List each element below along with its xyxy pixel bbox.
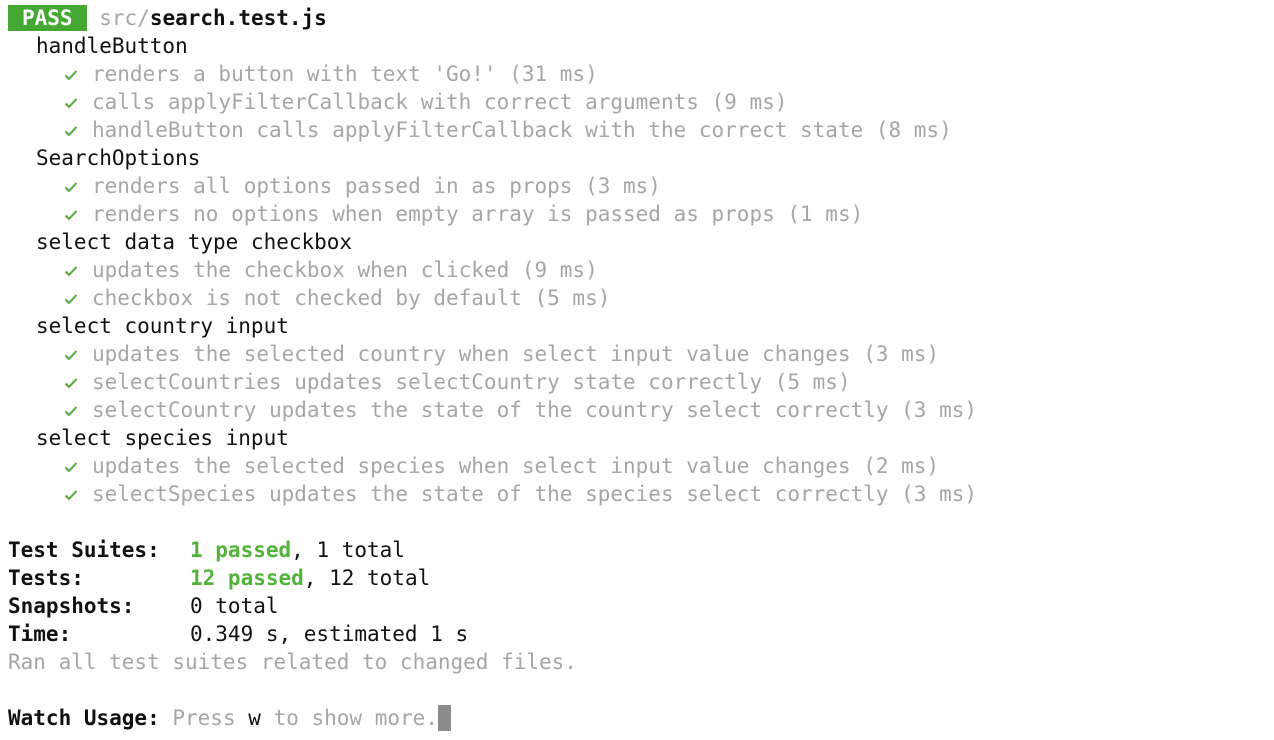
check-icon	[64, 60, 92, 88]
watch-usage-prompt[interactable]: Watch Usage: Press w to show more.	[0, 704, 1274, 732]
test-name: selectCountries updates selectCountry st…	[92, 370, 851, 394]
watch-press-text: Press	[172, 706, 236, 730]
check-icon	[64, 480, 92, 508]
suite-name: SearchOptions	[36, 146, 201, 170]
test-result: updates the selected country when select…	[0, 340, 1274, 368]
watch-rest-text: to show more.	[273, 706, 438, 730]
ran-note: Ran all test suites related to changed f…	[8, 650, 577, 674]
terminal-cursor[interactable]	[437, 705, 451, 731]
test-name: renders all options passed in as props (…	[92, 174, 661, 198]
snapshots-value: 0 total	[190, 594, 279, 618]
test-name: handleButton calls applyFilterCallback w…	[92, 118, 952, 142]
check-icon	[64, 396, 92, 424]
check-icon	[64, 172, 92, 200]
test-name: updates the selected country when select…	[92, 342, 940, 366]
check-icon	[64, 256, 92, 284]
file-name: search.test.js	[149, 6, 327, 30]
test-name: renders no options when empty array is p…	[92, 202, 864, 226]
test-result: updates the selected species when select…	[0, 452, 1274, 480]
test-result: renders no options when empty array is p…	[0, 200, 1274, 228]
suites-total: , 1 total	[291, 538, 405, 562]
test-result: selectCountries updates selectCountry st…	[0, 368, 1274, 396]
suites-passed: 1 passed	[190, 538, 292, 562]
watch-key: w	[248, 706, 261, 730]
time-value: 0.349 s, estimated 1 s	[190, 622, 469, 646]
check-icon	[64, 116, 92, 144]
test-name: updates the selected species when select…	[92, 454, 940, 478]
check-icon	[64, 200, 92, 228]
test-result: renders all options passed in as props (…	[0, 172, 1274, 200]
check-icon	[64, 340, 92, 368]
test-name: calls applyFilterCallback with correct a…	[92, 90, 788, 114]
suite-name: select species input	[36, 426, 289, 450]
check-icon	[64, 368, 92, 396]
summary-time: Time: 0.349 s, estimated 1 s	[0, 620, 1274, 648]
test-name: updates the checkbox when clicked (9 ms)	[92, 258, 598, 282]
test-result: updates the checkbox when clicked (9 ms)	[0, 256, 1274, 284]
summary-snapshots: Snapshots: 0 total	[0, 592, 1274, 620]
check-icon	[64, 452, 92, 480]
pass-badge: PASS	[8, 5, 87, 31]
summary-label: Tests:	[8, 566, 84, 590]
test-result: handleButton calls applyFilterCallback w…	[0, 116, 1274, 144]
suite-name: handleButton	[36, 34, 188, 58]
summary-label: Snapshots:	[8, 594, 135, 618]
terminal-window: PASS src/search.test.js handleButton ren…	[0, 0, 1274, 740]
test-file-header: PASS src/search.test.js	[0, 4, 1274, 32]
suite-name: select country input	[36, 314, 289, 338]
test-result: selectSpecies updates the state of the s…	[0, 480, 1274, 508]
test-name: selectCountry updates the state of the c…	[92, 398, 978, 422]
summary-label: Test Suites:	[8, 538, 160, 562]
test-result: calls applyFilterCallback with correct a…	[0, 88, 1274, 116]
test-name: renders a button with text 'Go!' (31 ms)	[92, 62, 598, 86]
summary-tests: Tests: 12 passed, 12 total	[0, 564, 1274, 592]
test-result: selectCountry updates the state of the c…	[0, 396, 1274, 424]
check-icon	[64, 88, 92, 116]
tests-passed: 12 passed	[190, 566, 304, 590]
test-result: checkbox is not checked by default (5 ms…	[0, 284, 1274, 312]
tests-total: , 12 total	[303, 566, 431, 590]
suite-name: select data type checkbox	[36, 230, 353, 254]
file-dir: src/	[99, 6, 150, 30]
summary-label: Time:	[8, 622, 72, 646]
test-name: checkbox is not checked by default (5 ms…	[92, 286, 611, 310]
check-icon	[64, 284, 92, 312]
watch-usage-label: Watch Usage:	[8, 706, 160, 730]
test-name: selectSpecies updates the state of the s…	[92, 482, 978, 506]
summary-suites: Test Suites: 1 passed, 1 total	[0, 536, 1274, 564]
test-result: renders a button with text 'Go!' (31 ms)	[0, 60, 1274, 88]
